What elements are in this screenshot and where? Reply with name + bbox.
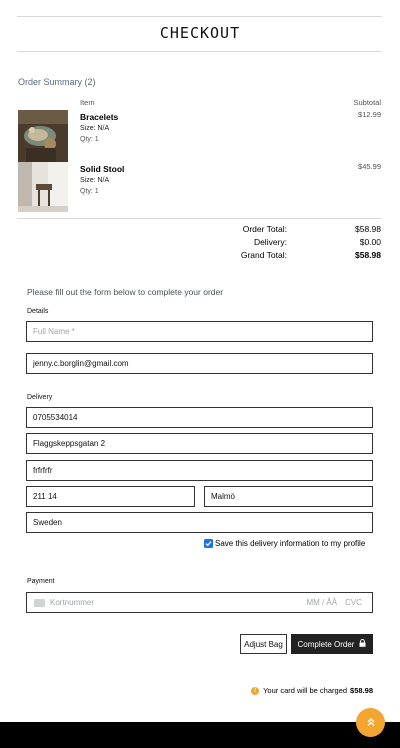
- adjust-bag-button[interactable]: Adjust Bag: [240, 634, 287, 654]
- exclamation-circle-icon: !: [251, 686, 260, 695]
- product-image-bracelets: [18, 110, 68, 162]
- grand-total-value: $58.98: [355, 250, 381, 260]
- country-select[interactable]: Sweden: [26, 512, 373, 533]
- full-name-input[interactable]: Full Name *: [26, 321, 373, 342]
- street-address-1-input[interactable]: Flaggskeppsgatan 2: [26, 433, 373, 454]
- item-name: Solid Stool: [80, 164, 125, 174]
- order-item: Bracelets Size: N/A Qty: 1 $12.99: [18, 110, 382, 162]
- details-section-label: Details: [27, 308, 49, 315]
- street-address-2-input[interactable]: frfrfrfr: [26, 460, 373, 481]
- column-header-item: Item: [80, 98, 95, 107]
- page-title: CHECKOUT: [159, 24, 241, 42]
- product-image-solid-stool: [18, 162, 68, 214]
- page-footer: [0, 722, 400, 748]
- double-chevron-up-icon: [366, 714, 376, 732]
- complete-order-button[interactable]: Complete Order: [291, 634, 373, 654]
- summary-divider: [17, 218, 382, 219]
- item-price: $12.99: [358, 110, 381, 119]
- item-name: Bracelets: [80, 112, 119, 122]
- lock-icon: [359, 639, 366, 649]
- postcode-input[interactable]: 211 14: [26, 486, 195, 507]
- save-info-label: Save this delivery information to my pro…: [215, 539, 366, 548]
- scroll-to-top-button[interactable]: [356, 708, 385, 737]
- save-info-checkbox[interactable]: [204, 539, 213, 548]
- delivery-section-label: Delivery: [27, 394, 53, 401]
- delivery-value: $0.00: [359, 237, 381, 247]
- card-number-placeholder: Kortnummer: [50, 598, 95, 607]
- credit-card-icon: [34, 598, 45, 607]
- email-input[interactable]: jenny.c.borglin@gmail.com: [26, 353, 373, 374]
- order-total-label: Order Total:: [242, 224, 287, 234]
- charge-text: Your card will be charged: [263, 686, 348, 695]
- payment-section-label: Payment: [27, 578, 55, 585]
- complete-order-label: Complete Order: [297, 639, 355, 649]
- save-info-row: Save this delivery information to my pro…: [204, 539, 365, 548]
- card-expiry-placeholder: MM / ÅÅ: [306, 598, 338, 607]
- order-total-value: $58.98: [355, 224, 381, 234]
- item-qty: Qty: 1: [80, 188, 99, 195]
- form-intro-text: Please fill out the form below to comple…: [27, 287, 224, 297]
- top-divider: [17, 16, 382, 17]
- order-summary-label: Order Summary (2): [18, 77, 96, 87]
- card-input[interactable]: Kortnummer MM / ÅÅ CVC: [26, 592, 373, 613]
- title-divider: [17, 51, 382, 52]
- item-size: Size: N/A: [80, 125, 110, 132]
- item-price: $45.99: [358, 162, 381, 171]
- charge-notice: ! Your card will be charged $58.98: [251, 686, 373, 695]
- order-item: Solid Stool Size: N/A Qty: 1 $45.99: [18, 162, 382, 214]
- delivery-label: Delivery:: [253, 237, 287, 247]
- charge-amount: $58.98: [350, 686, 373, 695]
- grand-total-label: Grand Total:: [240, 250, 287, 260]
- adjust-bag-label: Adjust Bag: [244, 639, 283, 649]
- town-input[interactable]: Malmö: [204, 486, 373, 507]
- phone-input[interactable]: 0705534014: [26, 407, 373, 428]
- item-qty: Qty: 1: [80, 136, 99, 143]
- column-header-subtotal: Subtotal: [353, 98, 381, 107]
- item-size: Size: N/A: [80, 177, 110, 184]
- card-cvc-placeholder: CVC: [345, 598, 362, 607]
